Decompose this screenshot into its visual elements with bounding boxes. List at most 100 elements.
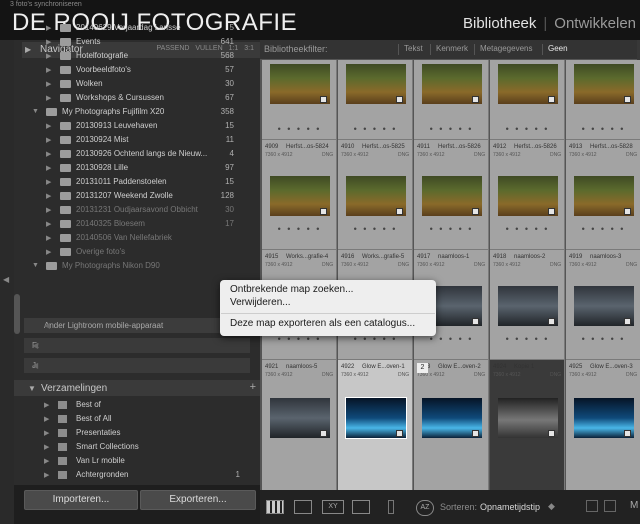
folder-row[interactable]: ▶ 20130926 Ochtend langs de Nieuw... 4	[20, 147, 252, 161]
collection-row[interactable]: ▶ Presentaties	[44, 426, 254, 440]
folder-row[interactable]: ▼ My Photographs Nikon D90	[20, 259, 252, 273]
collapse-triangle-icon[interactable]: ▶	[46, 24, 51, 32]
module-library[interactable]: Bibliotheek	[463, 15, 536, 32]
folder-row[interactable]: ▶ 20130924 Mist 11	[20, 133, 252, 147]
edited-badge-icon[interactable]	[472, 430, 479, 437]
collapse-triangle-icon[interactable]: ▶	[44, 471, 49, 479]
folder-row[interactable]: ▼ My Photographs Fujifilm X20 358	[20, 105, 252, 119]
folder-row[interactable]: ▶ 20131231 Oudjaarsavond Obbicht 30	[20, 203, 252, 217]
grid-cell[interactable]: 4912 Herfst...os-5826 7360 x 4912 DNG • • • …	[490, 140, 565, 250]
folder-row[interactable]: ▶ Workshops & Cursussen 67	[20, 91, 252, 105]
collapse-triangle-icon[interactable]: ▶	[46, 94, 51, 102]
grid-cell[interactable]: 4921 naamloos-5 7360 x 4912 DNG	[262, 360, 337, 500]
left-panel-edge[interactable]: ◀	[0, 40, 14, 524]
stack-count-badge[interactable]: 2	[417, 363, 428, 373]
folder-row[interactable]: ▶ 20131011 Paddenstoelen 15	[20, 175, 252, 189]
reject-flag-icon[interactable]	[604, 500, 616, 512]
menu-remove[interactable]: Verwijderen...	[230, 297, 291, 308]
rating-stars-icon[interactable]: • • • • •	[490, 224, 565, 234]
rating-stars-icon[interactable]: • • • • •	[262, 124, 337, 134]
rating-stars-icon[interactable]: • • • • •	[490, 334, 565, 344]
rating-stars-icon[interactable]: • • • • •	[490, 124, 565, 134]
edited-badge-icon[interactable]	[624, 430, 631, 437]
collection-row[interactable]: ▶ Best of	[44, 398, 254, 412]
collapse-triangle-icon[interactable]: ▶	[46, 66, 51, 74]
menu-export-folder-as-catalog[interactable]: Deze map exporteren als een catalogus...	[230, 318, 415, 329]
filter-attribute[interactable]: Kenmerk	[436, 44, 468, 53]
add-collection-icon[interactable]: +	[250, 381, 256, 393]
grid-cell[interactable]: • • • • •	[414, 60, 489, 140]
edited-badge-icon[interactable]	[396, 96, 403, 103]
grid-cell[interactable]: 4923Glow E...oven-27360 x 4912DNG2	[414, 360, 489, 500]
collapse-triangle-icon[interactable]: ▶	[46, 80, 51, 88]
expand-triangle-icon[interactable]: ▼	[32, 262, 39, 269]
folder-scrollbar[interactable]	[14, 294, 20, 334]
folder-row[interactable]: ▶ 20140325 Bloesem 17	[20, 217, 252, 231]
collapse-left-icon[interactable]: ◀	[3, 275, 9, 284]
filter-text[interactable]: Tekst	[404, 44, 423, 53]
grid-cell[interactable]: • • • • •	[566, 60, 640, 140]
grid-cell[interactable]: 4910 Herfst...os-5825 7360 x 4912 DNG • • • …	[338, 140, 413, 250]
grid-cell[interactable]: 4922 Glow E...oven-1 7360 x 4912 DNG	[338, 360, 413, 500]
folder-row[interactable]: ▶ 20130913 Leuvehaven 15	[20, 119, 252, 133]
collapse-triangle-icon[interactable]: ▶	[44, 429, 49, 437]
edited-badge-icon[interactable]	[472, 208, 479, 215]
edited-badge-icon[interactable]	[396, 430, 403, 437]
edited-badge-icon[interactable]	[472, 96, 479, 103]
grid-cell[interactable]: 4909 Herfst...os-5824 7360 x 4912 DNG • • • …	[262, 140, 337, 250]
grid-cell[interactable]: 4911 Herfst...os-5826 7360 x 4912 DNG • • • …	[414, 140, 489, 250]
collapse-triangle-icon[interactable]: ▶	[46, 122, 51, 130]
rating-stars-icon[interactable]: • • • • •	[566, 334, 640, 344]
edited-badge-icon[interactable]	[624, 208, 631, 215]
edited-badge-icon[interactable]	[472, 318, 479, 325]
folder-row[interactable]: ▶ Overige foto's	[20, 245, 252, 259]
compare-view-icon[interactable]: XY	[322, 500, 344, 514]
collapse-triangle-icon[interactable]: ▶	[46, 136, 51, 144]
expand-triangle-icon[interactable]: ◀	[32, 341, 242, 350]
folder-row[interactable]: ▶ Wolken 30	[20, 77, 252, 91]
edited-badge-icon[interactable]	[624, 96, 631, 103]
sort-select[interactable]: Opnametijdstip	[480, 502, 540, 512]
flag-icon[interactable]	[586, 500, 598, 512]
expand-triangle-icon[interactable]: ◀	[44, 321, 242, 330]
edited-badge-icon[interactable]	[548, 208, 555, 215]
folder-row[interactable]: ▶ 20130928 Lille 97	[20, 161, 252, 175]
collapse-triangle-icon[interactable]: ▶	[46, 178, 51, 186]
collapse-triangle-icon[interactable]: ▶	[44, 401, 49, 409]
drive-j[interactable]: J: ◀	[24, 358, 250, 373]
collapse-triangle-icon[interactable]: ▶	[44, 457, 49, 465]
loupe-view-icon[interactable]	[294, 500, 312, 514]
collapse-triangle-icon[interactable]: ▶	[46, 38, 51, 46]
collapse-triangle-icon[interactable]: ▶	[46, 206, 51, 214]
expand-triangle-icon[interactable]: ▼	[32, 108, 39, 115]
collapse-triangle-icon[interactable]: ▶	[46, 192, 51, 200]
grid-cell[interactable]: 4913 Herfst...os-5828 7360 x 4912 DNG • • • …	[566, 140, 640, 250]
grid-view-icon[interactable]	[266, 500, 284, 514]
grid-cell[interactable]: 4919 naamloos-3 7360 x 4912 DNG • • • • •	[566, 250, 640, 360]
rating-stars-icon[interactable]: • • • • •	[338, 224, 413, 234]
collapse-triangle-icon[interactable]: ▶	[46, 234, 51, 242]
rating-stars-icon[interactable]: • • • • •	[414, 224, 489, 234]
export-button[interactable]: Exporteren...	[140, 490, 256, 510]
grid-cell[interactable]: • • • • •	[490, 60, 565, 140]
collapse-triangle-icon[interactable]: ▶	[46, 220, 51, 228]
sync-status[interactable]: 3 foto's synchroniseren	[10, 1, 82, 8]
rating-stars-icon[interactable]: • • • • •	[262, 224, 337, 234]
filter-metadata[interactable]: Metagegevens	[480, 44, 532, 53]
collapse-triangle-icon[interactable]: ▶	[46, 52, 51, 60]
edited-badge-icon[interactable]	[320, 96, 327, 103]
drive-f[interactable]: F: ◀	[24, 338, 250, 353]
mobile-volume-header[interactable]: Ander Lightroom mobile-apparaat ◀	[24, 318, 250, 333]
edited-badge-icon[interactable]	[548, 430, 555, 437]
rating-stars-icon[interactable]: • • • • •	[338, 124, 413, 134]
folder-row[interactable]: ▶ Events 641	[20, 35, 252, 49]
edited-badge-icon[interactable]	[396, 208, 403, 215]
collections-header[interactable]: ▼ Verzamelingen +	[14, 380, 260, 396]
folder-row[interactable]: ▶ Voorbeeldfoto's 57	[20, 63, 252, 77]
collapse-triangle-icon[interactable]: ▶	[46, 150, 51, 158]
spray-can-icon[interactable]	[388, 500, 394, 514]
edited-badge-icon[interactable]	[320, 208, 327, 215]
folder-row[interactable]: ▶ 20131207 Weekend Zwolle 128	[20, 189, 252, 203]
filter-none[interactable]: Geen	[548, 44, 568, 53]
folder-row[interactable]: ▶ 20140506 Van Nellefabriek	[20, 231, 252, 245]
